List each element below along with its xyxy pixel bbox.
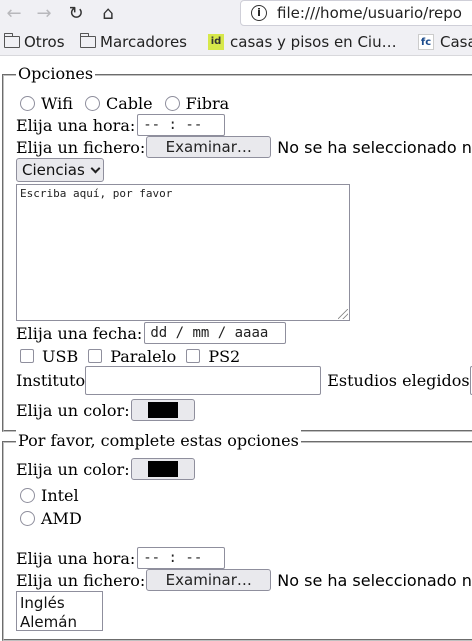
wifi-label: Wifi xyxy=(41,93,73,113)
fibra-label: Fibra xyxy=(185,93,230,113)
file-row: Elija un fichero: Examinar… No se ha sel… xyxy=(16,135,472,159)
file-label: Elija un fichero: xyxy=(16,570,146,590)
browser-toolbar: ← → ↻ ⌂ i file:///home/usuario/repo xyxy=(0,0,472,28)
subject-select[interactable]: Ciencias xyxy=(16,158,104,182)
ports-checkbox-group: USB Paralelo PS2 xyxy=(20,344,240,368)
browse-button[interactable]: Examinar… xyxy=(146,136,272,158)
bookmark-casas[interactable]: id casas y pisos en Ciu… xyxy=(208,33,397,51)
color-row-2: Elija un color: xyxy=(16,457,195,481)
time-input[interactable]: -- : -- xyxy=(137,114,226,136)
ps2-checkbox[interactable] xyxy=(186,349,201,363)
bookmark-label: Marcadores xyxy=(100,33,187,51)
institute-label: Instituto xyxy=(16,370,86,390)
resize-grip-icon[interactable] xyxy=(338,309,348,319)
language-listbox[interactable]: Inglés Alemán xyxy=(16,591,103,631)
intel-row: Intel xyxy=(20,483,79,507)
options-legend: Opciones xyxy=(16,63,96,85)
connection-radio-group: Wifi Cable Fibra xyxy=(20,91,229,115)
color-row: Elija un color: xyxy=(16,398,195,422)
forward-icon[interactable]: → xyxy=(32,2,56,24)
bookmark-label: Casa xyxy=(440,33,472,51)
cable-label: Cable xyxy=(105,93,153,113)
institute-row: Instituto Estudios elegidos xyxy=(16,365,472,395)
file-row-2: Elija un fichero: Examinar… No se ha sel… xyxy=(16,568,472,592)
file-label: Elija un fichero: xyxy=(16,137,146,157)
ps2-label: PS2 xyxy=(208,346,241,366)
time-input[interactable]: -- : -- xyxy=(137,547,226,569)
wifi-radio[interactable] xyxy=(20,95,35,111)
bookmark-marcadores[interactable]: Marcadores xyxy=(79,33,187,51)
time-label: Elija una hora: xyxy=(16,115,136,135)
bookmark-otros[interactable]: Otros xyxy=(3,33,65,51)
color-label: Elija un color: xyxy=(16,459,130,479)
folder-icon xyxy=(79,33,96,48)
date-input[interactable]: dd / mm / aaaa xyxy=(144,322,287,344)
time-row: Elija una hora: -- : -- xyxy=(16,113,226,137)
site-favicon-icon: fc xyxy=(418,34,434,50)
folder-icon xyxy=(3,33,20,48)
bookmark-label: casas y pisos en Ciu… xyxy=(230,33,397,51)
usb-checkbox[interactable] xyxy=(20,349,34,363)
bookmark-casa[interactable]: fc Casa xyxy=(418,33,472,51)
paralelo-checkbox[interactable] xyxy=(88,349,103,363)
amd-row: AMD xyxy=(20,506,82,530)
bookmarks-bar: Otros Marcadores id casas y pisos en Ciu… xyxy=(0,28,472,56)
file-status: No se ha seleccionado ni xyxy=(277,137,472,157)
paralelo-label: Paralelo xyxy=(110,346,177,366)
intel-label: Intel xyxy=(41,485,79,505)
time-label: Elija una hora: xyxy=(16,548,136,568)
time-row-2: Elija una hora: -- : -- xyxy=(16,546,226,570)
complete-options-legend: Por favor, complete estas opciones xyxy=(16,430,301,452)
list-item[interactable]: Alemán xyxy=(20,613,99,630)
date-label: Elija una fecha: xyxy=(16,323,143,343)
color-picker[interactable] xyxy=(130,458,195,480)
usb-label: USB xyxy=(42,346,79,366)
reload-icon[interactable]: ↻ xyxy=(64,2,88,24)
file-status: No se ha seleccionado ni xyxy=(277,570,472,590)
fibra-radio[interactable] xyxy=(164,95,180,111)
subject-row: Ciencias xyxy=(16,158,104,182)
color-swatch xyxy=(147,402,178,418)
browse-button[interactable]: Examinar… xyxy=(146,569,272,591)
info-icon[interactable]: i xyxy=(251,5,267,21)
list-item[interactable]: Inglés xyxy=(20,594,99,613)
url-text: file:///home/usuario/repo xyxy=(277,4,462,22)
amd-label: AMD xyxy=(41,508,82,528)
studies-label: Estudios elegidos xyxy=(327,370,470,390)
color-swatch xyxy=(147,461,178,477)
amd-radio[interactable] xyxy=(20,510,35,526)
site-favicon-icon: id xyxy=(208,34,224,50)
color-label: Elija un color: xyxy=(16,400,130,420)
bookmark-label: Otros xyxy=(24,33,65,51)
comment-textarea[interactable]: Escriba aquí, por favor xyxy=(16,184,350,321)
intel-radio[interactable] xyxy=(20,487,35,503)
date-row: Elija una fecha: dd / mm / aaaa xyxy=(16,321,287,345)
subject-select-value: Ciencias xyxy=(22,161,85,179)
home-icon[interactable]: ⌂ xyxy=(96,2,120,24)
cable-radio[interactable] xyxy=(84,95,100,111)
institute-input[interactable] xyxy=(85,365,322,395)
color-picker[interactable] xyxy=(130,399,195,421)
url-bar[interactable]: i file:///home/usuario/repo xyxy=(240,0,472,26)
chevron-down-icon xyxy=(90,163,101,174)
back-icon[interactable]: ← xyxy=(2,2,26,24)
textarea-text: Escriba aquí, por favor xyxy=(20,187,173,200)
